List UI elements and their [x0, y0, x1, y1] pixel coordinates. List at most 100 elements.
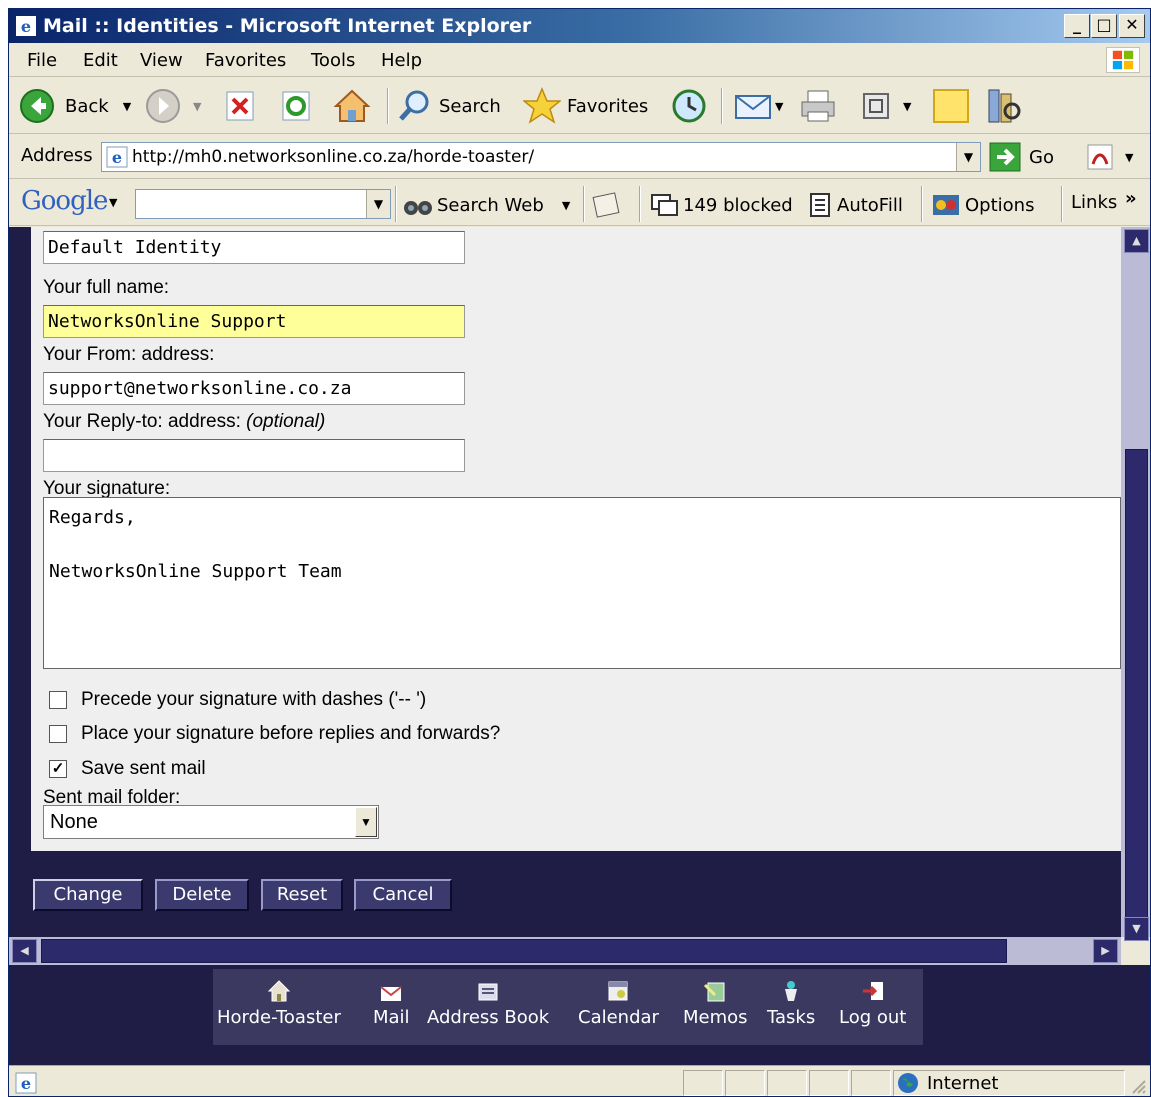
menu-view[interactable]: View [140, 50, 183, 71]
google-search-input[interactable]: ▼ [135, 189, 391, 219]
nav-tasks[interactable]: Tasks [767, 979, 815, 1028]
menu-favorites[interactable]: Favorites [205, 50, 286, 71]
favorites-button[interactable]: Favorites [523, 87, 648, 124]
history-button[interactable] [671, 88, 707, 124]
cancel-button[interactable]: Cancel [354, 879, 452, 911]
signature-textarea[interactable]: Regards, NetworksOnline Support Team [43, 497, 1121, 669]
nav-log-out[interactable]: Log out [839, 979, 906, 1028]
forward-dropdown-icon[interactable]: ▼ [193, 100, 201, 113]
toolbar-separator [387, 88, 389, 124]
acrobat-button[interactable]: ▼ [1085, 139, 1133, 175]
scroll-left-icon[interactable]: ◀ [12, 939, 37, 963]
home-button[interactable] [333, 88, 371, 124]
menu-bar: File Edit View Favorites Tools Help [9, 43, 1150, 77]
address-input[interactable]: e http://mh0.networksonline.co.za/horde-… [101, 142, 981, 172]
address-dropdown-icon[interactable]: ▼ [956, 143, 980, 171]
toolbar-separator [583, 186, 585, 222]
autofill-icon [810, 193, 830, 217]
notes-button[interactable] [931, 88, 971, 124]
google-dropdown-icon[interactable]: ▼ [109, 196, 117, 209]
go-arrow-icon [989, 142, 1021, 172]
google-search-dropdown-icon[interactable]: ▼ [366, 190, 390, 218]
sent-folder-dropdown-icon[interactable]: ▼ [355, 807, 377, 837]
google-logo[interactable]: Google [21, 186, 108, 216]
svg-text:e: e [21, 1074, 31, 1093]
horde-nav-bar: Horde-Toaster Mail Address Book Calendar… [213, 969, 923, 1045]
research-button[interactable] [983, 88, 1023, 124]
from-address-input[interactable]: support@networksonline.co.za [43, 372, 465, 405]
resize-grip-icon[interactable] [1128, 1076, 1146, 1094]
note-icon [933, 89, 969, 123]
forward-button[interactable]: ▼ [145, 88, 201, 124]
replyto-optional-text: (optional) [246, 411, 326, 432]
menu-edit[interactable]: Edit [83, 50, 118, 71]
nav-mail[interactable]: Mail [373, 979, 410, 1028]
toolbar-separator [639, 186, 641, 222]
search-web-dropdown-icon[interactable]: ▼ [562, 199, 570, 212]
nav-label: Mail [373, 1007, 410, 1028]
vertical-scroll-thumb[interactable] [1125, 449, 1148, 919]
calendar-icon [608, 981, 628, 1001]
toolbar-more-icon[interactable]: » [1125, 188, 1137, 209]
identity-name-input[interactable]: Default Identity [43, 231, 465, 264]
popup-blocker-button[interactable]: 149 blocked [649, 192, 793, 218]
go-button[interactable]: Go [989, 139, 1054, 175]
nav-calendar[interactable]: Calendar [578, 979, 659, 1028]
autofill-button[interactable]: AutoFill [805, 192, 903, 218]
edit-dropdown-icon[interactable]: ▼ [903, 100, 911, 113]
edit-page-icon [863, 93, 889, 119]
links-button[interactable]: Links [1071, 192, 1117, 213]
printer-icon [801, 90, 835, 122]
close-button[interactable]: ✕ [1119, 14, 1145, 38]
page-content: Default Identity Your full name: Network… [9, 227, 1121, 937]
horizontal-scroll-thumb[interactable] [41, 939, 1007, 963]
back-dropdown-icon[interactable]: ▼ [123, 100, 131, 113]
nav-address-book[interactable]: Address Book [427, 979, 549, 1028]
before-replies-checkbox-row[interactable]: Place your signature before replies and … [49, 723, 500, 745]
options-button[interactable]: Options [931, 192, 1034, 218]
refresh-button[interactable] [279, 88, 313, 124]
menu-help[interactable]: Help [381, 50, 422, 71]
memo-icon [704, 982, 725, 1002]
scroll-right-icon[interactable]: ▶ [1093, 939, 1118, 963]
search-icon [399, 90, 429, 121]
horizontal-scrollbar[interactable]: ◀ ▶ [9, 937, 1121, 965]
status-cell [851, 1070, 891, 1096]
search-web-button[interactable]: Search Web ▼ [403, 192, 570, 218]
dashes-checkbox[interactable] [49, 691, 67, 709]
menu-file[interactable]: File [27, 50, 57, 71]
edit-button[interactable]: ▼ [861, 88, 911, 124]
sent-folder-select[interactable]: None ▼ [43, 805, 379, 839]
nav-label: Tasks [767, 1007, 816, 1028]
delete-button[interactable]: Delete [155, 879, 249, 911]
home-icon [333, 89, 371, 122]
mail-dropdown-icon[interactable]: ▼ [775, 100, 783, 113]
change-button[interactable]: Change [33, 879, 143, 911]
menu-tools[interactable]: Tools [311, 50, 355, 71]
vertical-scrollbar[interactable]: ▲ ▼ [1121, 227, 1150, 941]
dashes-checkbox-row[interactable]: Precede your signature with dashes ('-- … [49, 689, 426, 711]
nav-label: Horde-Toaster [217, 1007, 341, 1028]
stop-button[interactable] [223, 88, 257, 124]
news-button[interactable] [591, 192, 621, 218]
minimize-button[interactable]: _ [1064, 14, 1090, 38]
acrobat-dropdown-icon[interactable]: ▼ [1125, 151, 1133, 164]
before-replies-checkbox[interactable] [49, 725, 67, 743]
back-button[interactable]: Back ▼ [19, 88, 131, 124]
address-bar: Address e http://mh0.networksonline.co.z… [9, 135, 1150, 179]
mail-button[interactable]: ▼ [733, 88, 783, 124]
reset-button[interactable]: Reset [261, 879, 343, 911]
scroll-up-icon[interactable]: ▲ [1124, 229, 1149, 253]
save-sent-checkbox[interactable]: ✓ [49, 760, 67, 778]
print-button[interactable] [799, 88, 837, 124]
fullname-input[interactable]: NetworksOnline Support [43, 305, 465, 338]
nav-memos[interactable]: Memos [683, 979, 748, 1028]
maximize-button[interactable]: □ [1091, 14, 1117, 38]
search-button[interactable]: Search [397, 88, 501, 124]
refresh-icon [282, 91, 310, 121]
replyto-input[interactable] [43, 439, 465, 472]
scroll-down-icon[interactable]: ▼ [1124, 917, 1149, 941]
save-sent-checkbox-row[interactable]: ✓ Save sent mail [49, 758, 206, 780]
page-status-icon: e [15, 1072, 37, 1094]
nav-horde-toaster[interactable]: Horde-Toaster [217, 979, 341, 1028]
